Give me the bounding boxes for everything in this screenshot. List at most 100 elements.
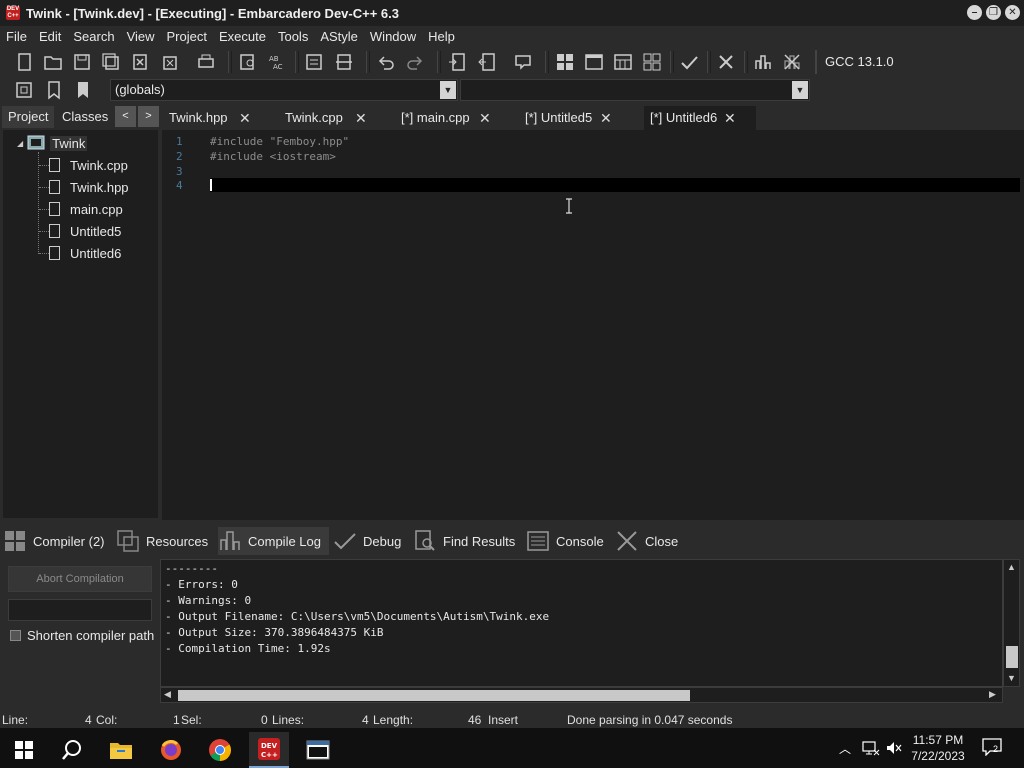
notification-center-icon[interactable]: 2 <box>982 738 1004 758</box>
close-icon[interactable]: ✕ <box>724 106 736 130</box>
menu-window[interactable]: Window <box>364 29 422 44</box>
close-window-button[interactable]: ✕ <box>1005 5 1020 20</box>
tab-compile-log[interactable]: Compile Log <box>218 527 329 555</box>
compile-icon[interactable] <box>553 50 577 74</box>
bookmark-icon[interactable] <box>511 50 535 74</box>
file-explorer-icon[interactable] <box>101 732 141 768</box>
compiler-set-select[interactable]: GCC 13.1.0 <box>815 50 1024 74</box>
profile-icon[interactable] <box>751 50 775 74</box>
tree-file-untitled6[interactable]: Untitled6 <box>49 244 121 262</box>
close-all-icon[interactable] <box>157 50 181 74</box>
indent-icon[interactable] <box>445 50 469 74</box>
save-all-icon[interactable] <box>99 50 123 74</box>
devcpp-taskbar-icon[interactable]: DEV C++ <box>249 732 289 768</box>
scroll-thumb[interactable] <box>1006 646 1018 668</box>
svg-text:AB: AB <box>269 55 279 63</box>
open-folder-icon[interactable] <box>41 50 65 74</box>
toggle-bookmark-icon[interactable] <box>42 78 66 102</box>
menu-view[interactable]: View <box>121 29 161 44</box>
function-combo[interactable]: ▼ <box>460 79 810 101</box>
chevron-down-icon[interactable]: ▼ <box>440 81 456 99</box>
tab-project[interactable]: Project <box>2 106 55 128</box>
minimize-button[interactable]: – <box>967 5 982 20</box>
tree-file-untitled5[interactable]: Untitled5 <box>49 222 121 240</box>
shorten-path-checkbox[interactable] <box>10 630 21 641</box>
delete-profile-icon[interactable] <box>780 50 804 74</box>
replace-icon[interactable]: AB AC <box>265 50 289 74</box>
save-icon[interactable] <box>70 50 94 74</box>
close-icon[interactable]: ✕ <box>239 106 251 130</box>
scroll-up-icon[interactable]: ▲ <box>1007 562 1016 572</box>
syntax-check-icon[interactable] <box>677 50 701 74</box>
menu-search[interactable]: Search <box>67 29 120 44</box>
chevron-left-icon[interactable]: < <box>115 106 136 127</box>
stop-execution-icon[interactable] <box>714 50 738 74</box>
tab-console[interactable]: Console <box>526 527 604 555</box>
compile-run-icon[interactable] <box>611 50 635 74</box>
scroll-down-icon[interactable]: ▼ <box>1007 673 1016 683</box>
find-icon[interactable] <box>236 50 260 74</box>
log-horizontal-scrollbar[interactable]: ◀ ▶ <box>160 687 1003 703</box>
close-icon[interactable]: ✕ <box>600 106 612 130</box>
menu-file[interactable]: File <box>0 29 33 44</box>
new-file-icon[interactable] <box>12 50 36 74</box>
menu-tools[interactable]: Tools <box>272 29 314 44</box>
check-icon <box>334 533 356 550</box>
split-icon[interactable] <box>332 50 356 74</box>
tab-debug[interactable]: Debug <box>333 527 401 555</box>
scroll-right-icon[interactable]: ▶ <box>989 689 996 700</box>
log-vertical-scrollbar[interactable]: ▲ ▼ <box>1003 559 1020 687</box>
rebuild-icon[interactable] <box>640 50 664 74</box>
insert-icon[interactable] <box>12 78 36 102</box>
tab-close[interactable]: Close <box>615 527 678 555</box>
tab-untitled5[interactable]: [*] Untitled5 ✕ <box>525 106 612 130</box>
firefox-icon[interactable] <box>151 732 191 768</box>
tab-classes[interactable]: Classes <box>56 106 114 128</box>
abort-compilation-button[interactable]: Abort Compilation <box>8 566 152 592</box>
scope-combo[interactable]: (globals) ▼ <box>110 79 458 101</box>
chevron-down-icon[interactable]: ▼ <box>792 81 808 99</box>
tree-file-twink-cpp[interactable]: Twink.cpp <box>49 156 128 174</box>
tab-twink-hpp[interactable]: Twink.hpp ✕ <box>169 106 251 130</box>
compile-log-output[interactable]: -------- - Errors: 0 - Warnings: 0 - Out… <box>160 559 1003 687</box>
close-file-icon[interactable] <box>128 50 152 74</box>
menu-project[interactable]: Project <box>161 29 213 44</box>
tab-main-cpp[interactable]: [*] main.cpp ✕ <box>401 106 491 130</box>
unindent-icon[interactable] <box>475 50 499 74</box>
windows-start-icon[interactable] <box>4 732 44 768</box>
network-icon[interactable] <box>862 740 880 756</box>
undo-icon[interactable] <box>374 50 398 74</box>
code-editor[interactable]: 1 2 3 4 #include "Femboy.hpp" #include <… <box>162 130 1024 520</box>
close-icon[interactable]: ✕ <box>355 106 367 130</box>
tab-find-results[interactable]: Find Results <box>413 527 515 555</box>
shorten-path-option[interactable]: Shorten compiler path <box>10 628 154 643</box>
tab-compiler[interactable]: Compiler (2) <box>3 527 105 555</box>
tab-twink-cpp[interactable]: Twink.cpp ✕ <box>285 106 367 130</box>
tree-file-main-cpp[interactable]: main.cpp <box>49 200 123 218</box>
comment-icon[interactable] <box>302 50 326 74</box>
tab-resources[interactable]: Resources <box>116 527 208 555</box>
restore-button[interactable]: ❐ <box>986 5 1001 20</box>
tree-root-project[interactable]: ◢ Twink <box>17 134 88 152</box>
print-icon[interactable] <box>194 50 218 74</box>
search-icon[interactable] <box>52 732 92 768</box>
menu-help[interactable]: Help <box>422 29 461 44</box>
chevron-up-icon[interactable]: ︿ <box>839 740 851 757</box>
menu-astyle[interactable]: AStyle <box>314 29 364 44</box>
redo-icon[interactable] <box>403 50 427 74</box>
tab-untitled6[interactable]: [*] Untitled6 ✕ <box>644 106 756 130</box>
run-icon[interactable] <box>582 50 606 74</box>
tree-file-twink-hpp[interactable]: Twink.hpp <box>49 178 129 196</box>
goto-bookmark-icon[interactable] <box>71 78 95 102</box>
menu-execute[interactable]: Execute <box>213 29 272 44</box>
collapse-arrow-icon[interactable]: ◢ <box>17 139 23 148</box>
volume-muted-icon[interactable] <box>886 740 902 756</box>
scroll-left-icon[interactable]: ◀ <box>164 689 171 700</box>
menu-edit[interactable]: Edit <box>33 29 67 44</box>
close-icon[interactable]: ✕ <box>479 106 491 130</box>
terminal-icon[interactable] <box>298 732 338 768</box>
chevron-right-icon[interactable]: > <box>138 106 159 127</box>
scroll-thumb[interactable] <box>178 690 690 701</box>
chrome-icon[interactable] <box>200 732 240 768</box>
system-clock[interactable]: 11:57 PM 7/22/2023 <box>906 732 970 764</box>
